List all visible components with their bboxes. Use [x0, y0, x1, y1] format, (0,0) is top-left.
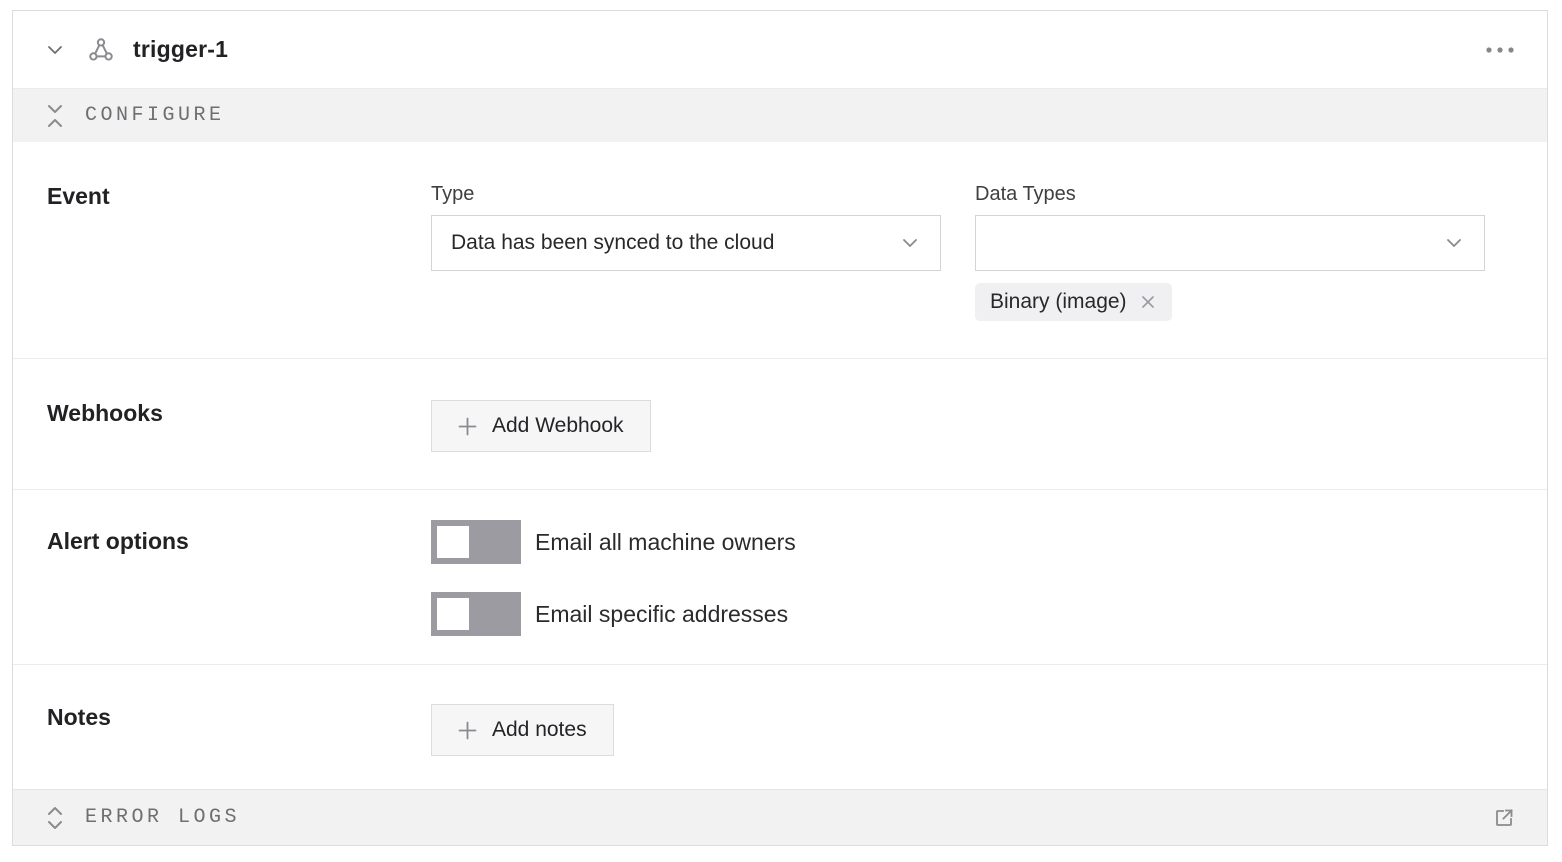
- data-types-field-label: Data Types: [975, 183, 1485, 206]
- chevron-down-icon[interactable]: [44, 39, 66, 61]
- card-header: trigger-1: [13, 11, 1547, 89]
- trigger-webhook-icon: [87, 36, 115, 64]
- plus-icon: [458, 417, 477, 436]
- webhooks-row-label: Webhooks: [47, 400, 431, 489]
- plus-icon: [458, 721, 477, 740]
- email-specific-addresses-toggle[interactable]: [431, 592, 521, 636]
- event-row-label: Event: [47, 183, 431, 358]
- data-types-field: Data Types Binary (image): [975, 183, 1485, 358]
- data-types-select[interactable]: [975, 215, 1485, 271]
- chip-remove-button[interactable]: [1139, 293, 1157, 311]
- close-icon: [1139, 293, 1157, 311]
- open-error-logs-button[interactable]: [1489, 803, 1519, 833]
- email-specific-addresses-option: Email specific addresses: [431, 592, 796, 636]
- trigger-card: trigger-1 CONFIGURE Event Type Data has …: [12, 10, 1548, 846]
- add-notes-button[interactable]: Add notes: [431, 704, 614, 756]
- alert-options-row: Alert options Email all machine owners E…: [13, 490, 1547, 665]
- add-notes-button-label: Add notes: [492, 718, 587, 742]
- event-type-select[interactable]: Data has been synced to the cloud: [431, 215, 941, 271]
- external-link-icon: [1492, 806, 1516, 830]
- toggle-knob: [437, 598, 469, 630]
- email-specific-addresses-label: Email specific addresses: [535, 601, 788, 628]
- add-webhook-button-label: Add Webhook: [492, 414, 624, 438]
- error-logs-section-label: ERROR LOGS: [85, 806, 240, 829]
- email-all-owners-toggle[interactable]: [431, 520, 521, 564]
- chevron-down-icon: [899, 232, 921, 254]
- notes-row: Notes Add notes: [13, 665, 1547, 789]
- collapse-vertical-icon[interactable]: [45, 103, 65, 129]
- type-field-label: Type: [431, 183, 941, 206]
- card-title: trigger-1: [133, 36, 228, 63]
- data-type-chip-label: Binary (image): [990, 290, 1127, 314]
- email-all-owners-option: Email all machine owners: [431, 520, 796, 564]
- event-row: Event Type Data has been synced to the c…: [13, 142, 1547, 359]
- webhooks-row: Webhooks Add Webhook: [13, 359, 1547, 490]
- toggle-knob: [437, 526, 469, 558]
- configure-section-label: CONFIGURE: [85, 104, 225, 127]
- notes-row-label: Notes: [47, 704, 431, 789]
- add-webhook-button[interactable]: Add Webhook: [431, 400, 651, 452]
- alert-options-row-label: Alert options: [47, 520, 431, 664]
- chevron-down-icon: [1443, 232, 1465, 254]
- ellipsis-icon: [1485, 46, 1515, 54]
- more-options-button[interactable]: [1483, 35, 1517, 65]
- email-all-owners-label: Email all machine owners: [535, 529, 796, 556]
- event-type-selected-value: Data has been synced to the cloud: [451, 231, 774, 255]
- event-type-field: Type Data has been synced to the cloud: [431, 183, 941, 358]
- expand-vertical-icon[interactable]: [45, 805, 65, 831]
- error-logs-section-header[interactable]: ERROR LOGS: [13, 789, 1547, 845]
- data-type-chip: Binary (image): [975, 283, 1172, 321]
- configure-section-header[interactable]: CONFIGURE: [13, 89, 1547, 142]
